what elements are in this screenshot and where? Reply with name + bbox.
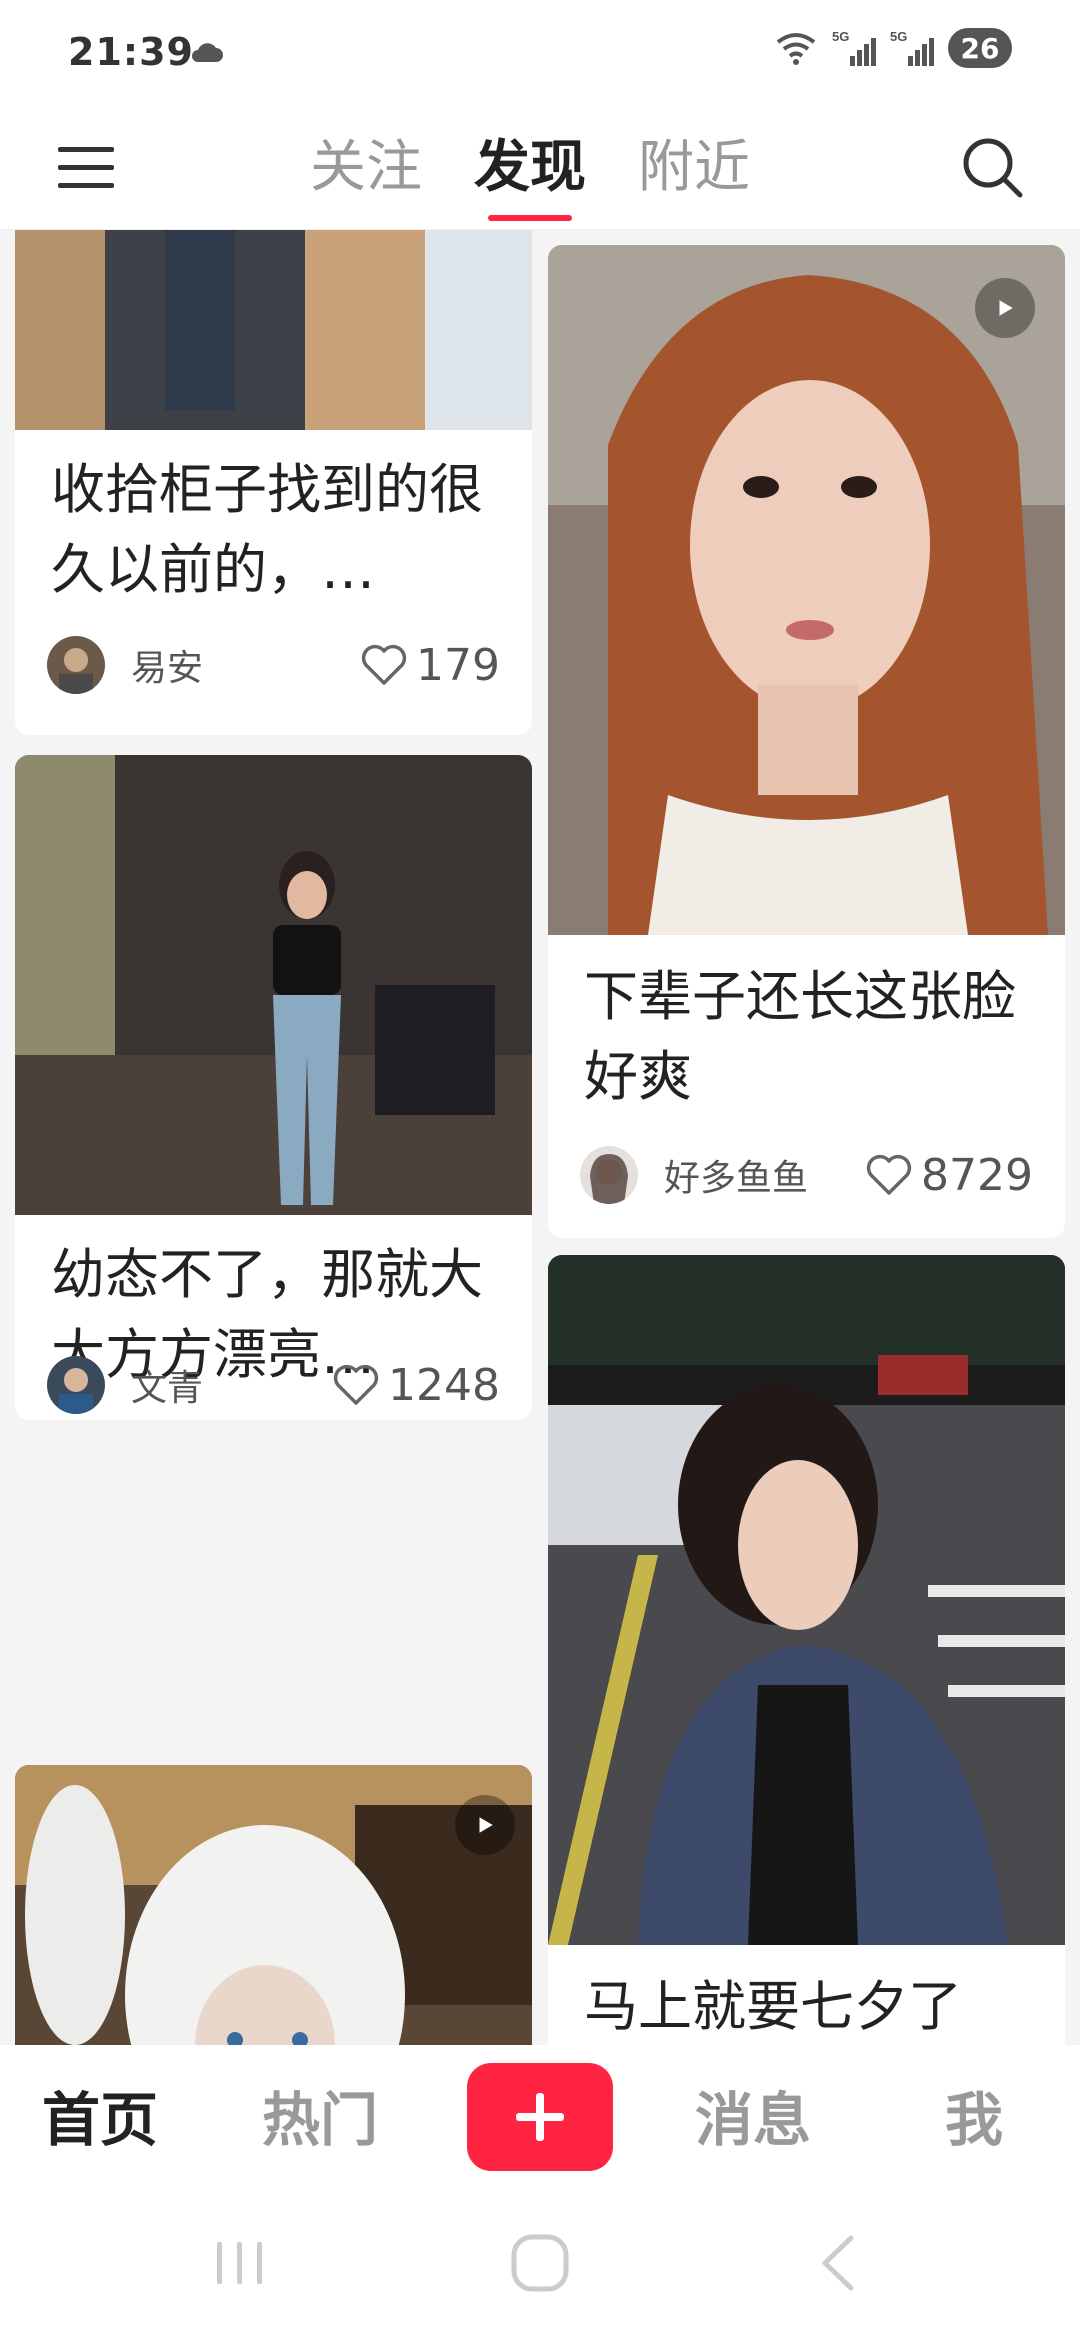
cloud-icon <box>192 43 223 62</box>
like-button[interactable]: 8729 <box>865 1150 1033 1201</box>
avatar[interactable] <box>47 636 105 694</box>
video-play-icon <box>975 278 1035 338</box>
note-meta: 文青 1248 <box>47 1355 500 1415</box>
note-cover-image <box>15 1765 532 2045</box>
recent-apps-icon[interactable] <box>205 2228 275 2298</box>
network-label: 5G <box>832 29 849 44</box>
tab-nearby[interactable]: 附近 <box>638 123 750 213</box>
note-meta: 易安 179 <box>47 635 500 695</box>
note-card[interactable]: 马上就要七夕了 <box>548 1255 1065 2045</box>
note-cover-image <box>548 245 1065 935</box>
nav-hot[interactable]: 热门 <box>262 2073 378 2157</box>
note-cover-image <box>548 1255 1065 1945</box>
feed[interactable]: 收拾柜子找到的很久以前的，… 易安 179 幼态不了，那就大大方方漂亮… 文青 <box>0 230 1080 2045</box>
bottom-nav: 首页 热门 消息 我 <box>0 2045 1080 2190</box>
like-count: 179 <box>416 639 500 691</box>
search-icon[interactable] <box>958 133 1026 201</box>
status-time: 21:39 <box>68 30 194 74</box>
note-cover-image <box>15 755 532 1215</box>
note-card[interactable] <box>15 1765 532 2045</box>
nav-messages[interactable]: 消息 <box>695 2073 811 2157</box>
like-button[interactable]: 1248 <box>332 1360 500 1411</box>
tab-following[interactable]: 关注 <box>310 123 422 213</box>
video-play-icon <box>455 1795 515 1855</box>
author-name[interactable]: 易安 <box>131 639 360 691</box>
network-label: 5G <box>890 29 907 44</box>
note-meta: 好多鱼鱼 8729 <box>580 1145 1033 1205</box>
author-name[interactable]: 好多鱼鱼 <box>664 1149 865 1201</box>
nav-me[interactable]: 我 <box>945 2073 1003 2157</box>
wifi-icon <box>776 33 816 65</box>
note-title: 收拾柜子找到的很久以前的，… <box>51 458 483 601</box>
like-count: 8729 <box>921 1149 1033 1201</box>
like-button[interactable]: 179 <box>360 640 500 691</box>
nav-home[interactable]: 首页 <box>42 2073 158 2157</box>
note-card[interactable]: 下辈子还长这张脸 好爽 好多鱼鱼 8729 <box>548 245 1065 1238</box>
menu-icon[interactable] <box>56 137 116 197</box>
feed-tabs: 关注 发现 附近 <box>310 123 750 221</box>
author-name[interactable]: 文青 <box>131 1359 332 1411</box>
heart-icon <box>866 1154 912 1195</box>
tab-discover[interactable]: 发现 <box>474 123 586 221</box>
heart-icon <box>333 1364 379 1405</box>
heart-icon <box>361 644 407 685</box>
note-title: 马上就要七夕了 <box>584 1975 962 2038</box>
publish-button[interactable] <box>467 2063 613 2171</box>
status-icons: 5G 5G 26 <box>774 28 1012 68</box>
note-card[interactable]: 收拾柜子找到的很久以前的，… 易安 179 <box>15 230 532 735</box>
avatar[interactable] <box>47 1356 105 1414</box>
status-bar: 21:39 5G 5G 26 <box>0 0 1080 105</box>
back-icon[interactable] <box>805 2228 875 2298</box>
like-count: 1248 <box>388 1359 500 1411</box>
battery-indicator: 26 <box>948 28 1012 68</box>
home-icon[interactable] <box>505 2228 575 2298</box>
cell-signal-icon: 5G <box>890 29 934 66</box>
note-title: 下辈子还长这张脸 好爽 <box>584 965 1016 1108</box>
cell-signal-icon: 5G <box>832 29 876 66</box>
note-card[interactable]: 幼态不了，那就大大方方漂亮… 文青 1248 <box>15 755 532 1420</box>
plus-icon <box>516 2093 564 2141</box>
avatar[interactable] <box>580 1146 638 1204</box>
system-nav-bar <box>0 2190 1080 2340</box>
note-cover-image <box>15 230 532 430</box>
top-nav: 关注 发现 附近 <box>0 105 1080 230</box>
